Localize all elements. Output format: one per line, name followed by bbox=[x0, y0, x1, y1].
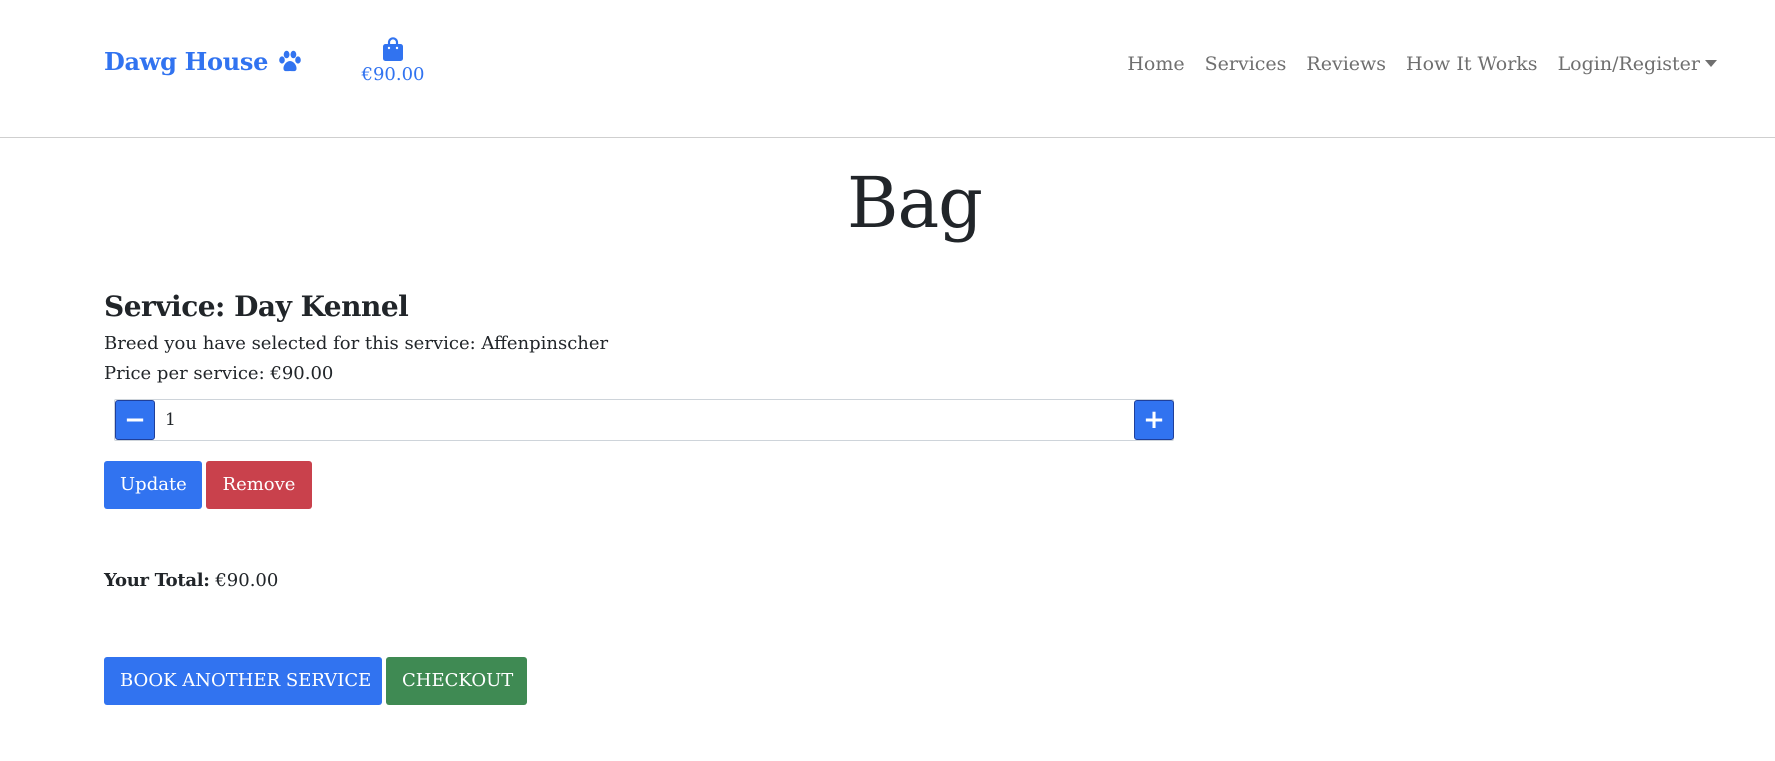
nav-reviews[interactable]: Reviews bbox=[1306, 53, 1386, 75]
site-header: Dawg House €90.00 Home Services Reviews … bbox=[0, 0, 1775, 138]
update-button[interactable]: Update bbox=[104, 461, 202, 509]
book-another-service-button[interactable]: BOOK ANOTHER SERVICE bbox=[104, 657, 382, 705]
quantity-stepper: − + bbox=[114, 399, 1174, 441]
quantity-input[interactable] bbox=[159, 400, 1169, 440]
brand-logo-link[interactable]: Dawg House bbox=[104, 47, 303, 76]
page-title: Bag bbox=[847, 162, 983, 244]
total-label: Your Total: bbox=[104, 570, 210, 591]
nav-services[interactable]: Services bbox=[1205, 53, 1287, 75]
nav-login-register-label: Login/Register bbox=[1557, 53, 1700, 75]
nav-login-register-dropdown[interactable]: Login/Register bbox=[1558, 53, 1717, 75]
paw-icon bbox=[279, 50, 301, 71]
total-value: €90.00 bbox=[209, 570, 279, 591]
selected-breed-text: Breed you have selected for this service… bbox=[104, 333, 609, 354]
brand-name: Dawg House bbox=[104, 47, 269, 76]
bag-total-line: Your Total: €90.00 bbox=[104, 570, 278, 591]
bag-total: €90.00 bbox=[361, 64, 425, 85]
decrement-quantity-button[interactable]: − bbox=[115, 400, 155, 440]
main-nav: Home Services Reviews How It Works Login… bbox=[1107, 53, 1717, 75]
service-title: Service: Day Kennel bbox=[104, 290, 409, 323]
remove-button[interactable]: Remove bbox=[206, 461, 312, 509]
increment-quantity-button[interactable]: + bbox=[1134, 400, 1174, 440]
nav-how-it-works[interactable]: How It Works bbox=[1406, 53, 1538, 75]
caret-down-icon bbox=[1705, 59, 1717, 67]
shopping-bag-icon bbox=[383, 37, 403, 61]
price-per-service-text: Price per service: €90.00 bbox=[104, 363, 334, 384]
nav-home[interactable]: Home bbox=[1127, 53, 1184, 75]
shopping-bag-link[interactable]: €90.00 bbox=[350, 36, 436, 85]
checkout-button[interactable]: CHECKOUT bbox=[386, 657, 527, 705]
